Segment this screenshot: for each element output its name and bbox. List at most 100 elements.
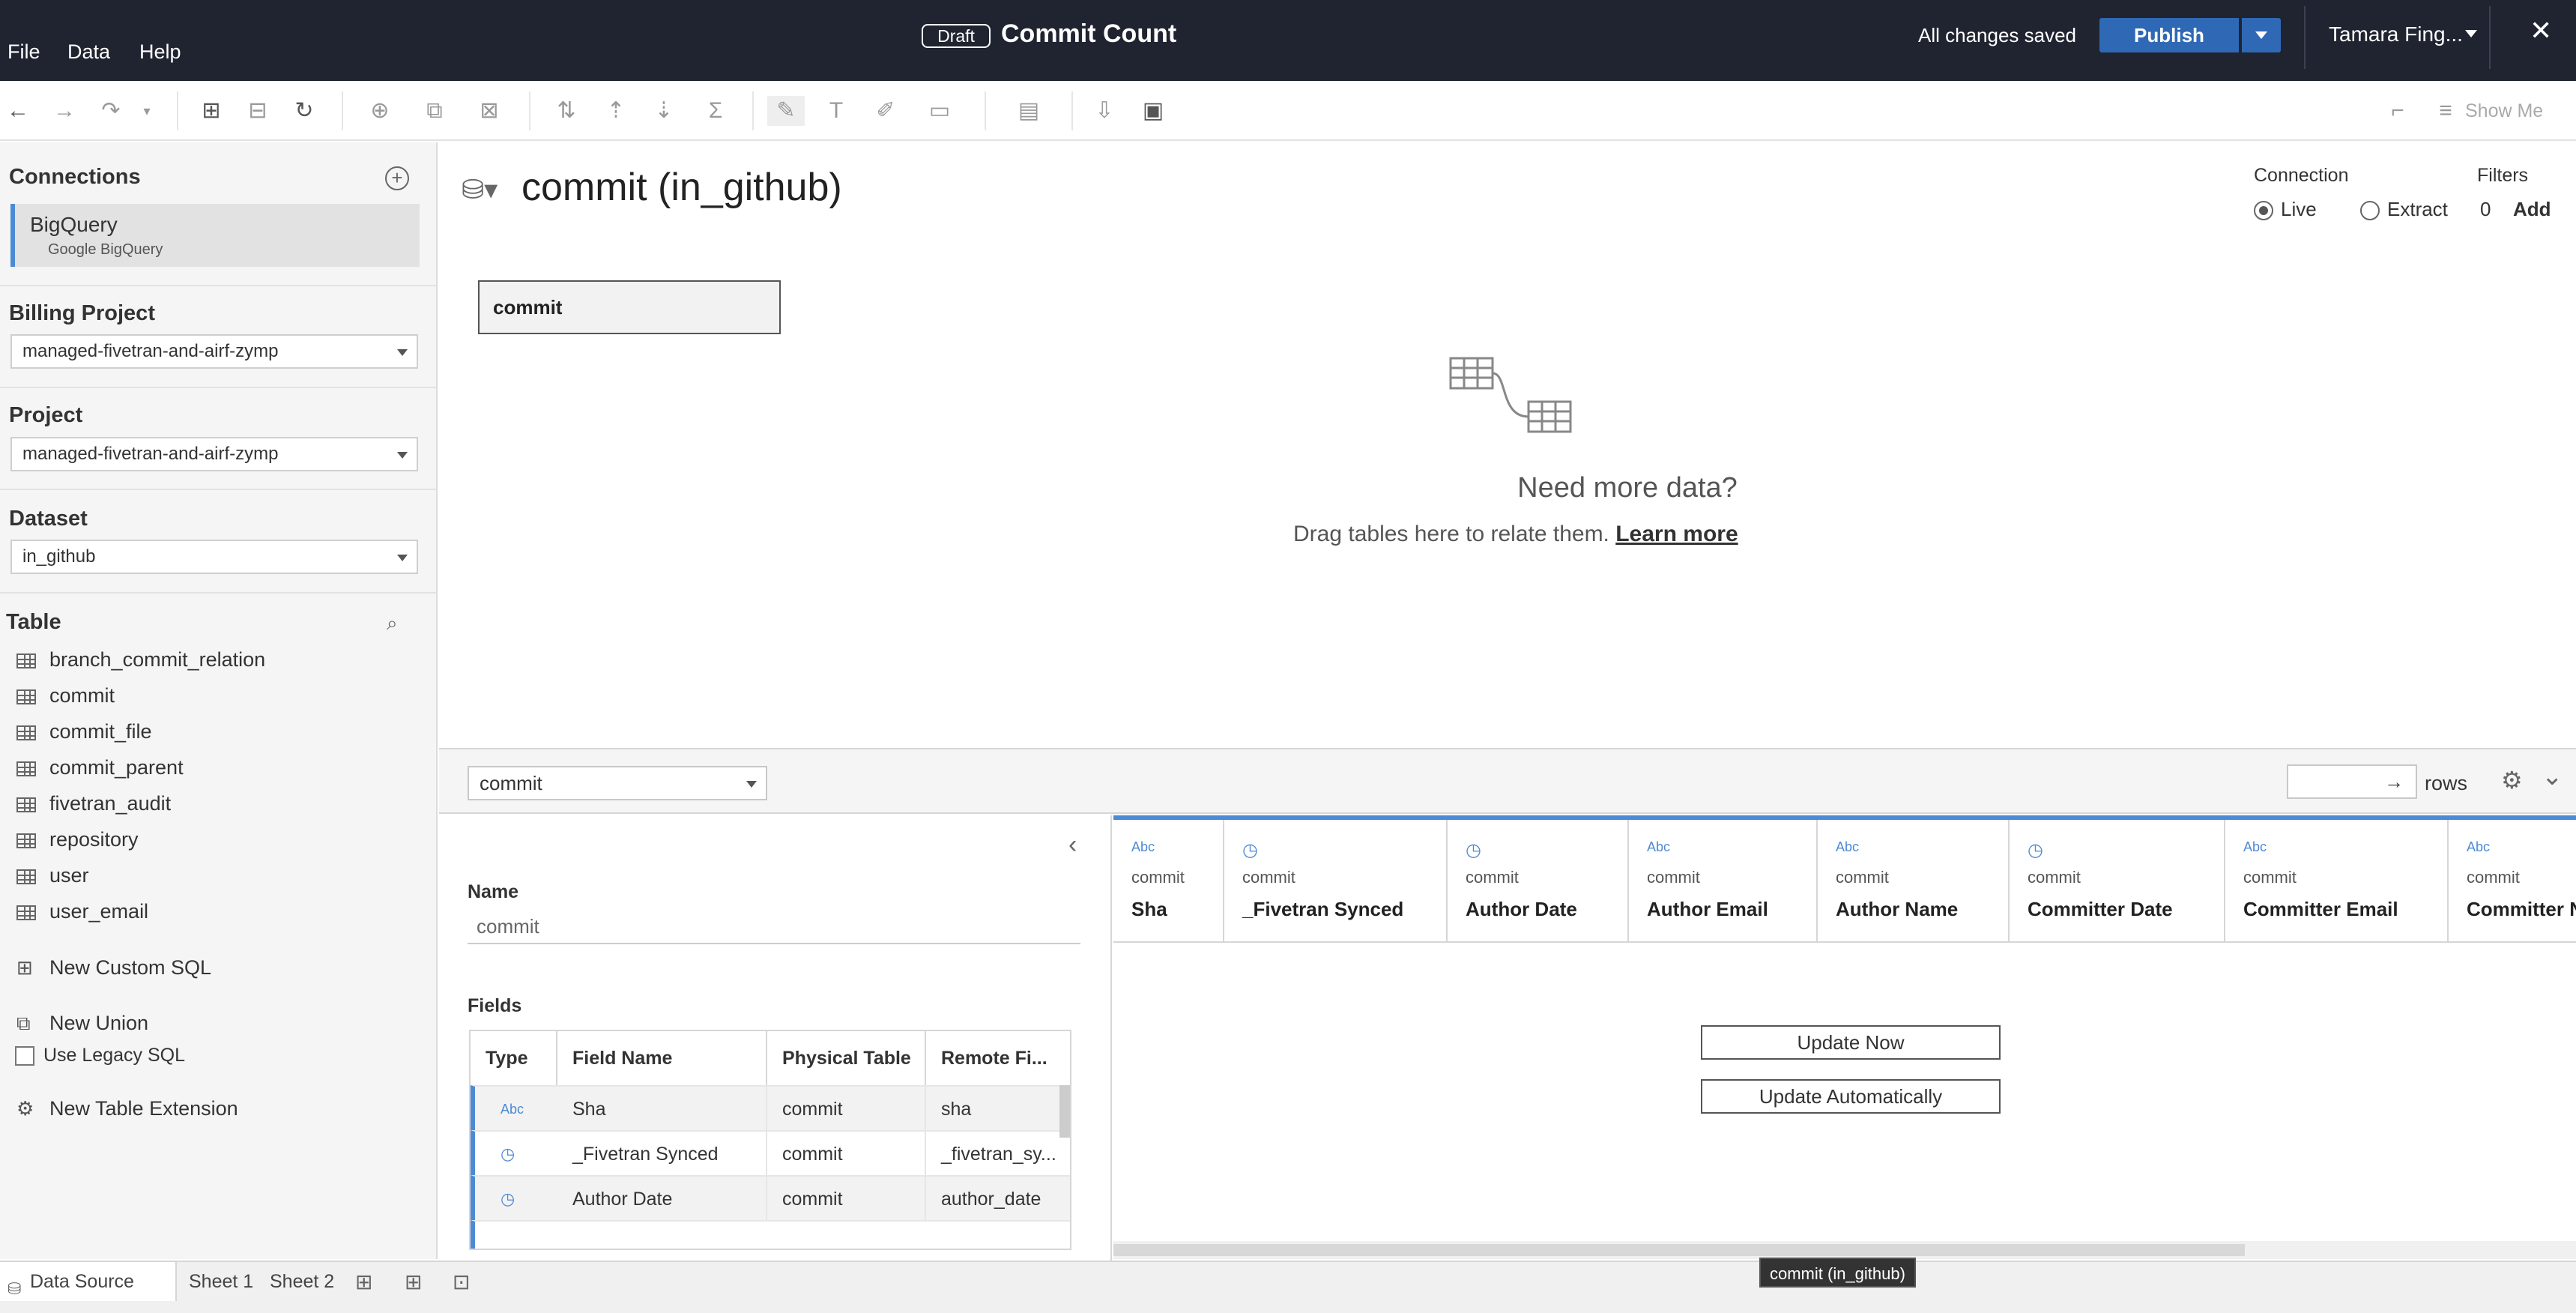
show-me-button[interactable]: Show Me [2465,100,2543,122]
table-row[interactable] [471,1220,1070,1249]
column-header-remote-field[interactable]: Remote Fi... [926,1031,1070,1085]
grid-column-header[interactable]: Abc commit Committer N [2449,820,2576,943]
datetime-type-icon[interactable]: ◷ [501,1177,515,1222]
table-row[interactable]: ◷ Author Date commit author_date [471,1175,1070,1222]
search-icon[interactable]: ⌕ [387,612,398,636]
clear-icon[interactable]: ⊠ [469,96,510,126]
datetime-type-icon[interactable]: ◷ [1242,839,1258,861]
publish-button[interactable]: Publish [2099,18,2239,52]
new-dashboard-icon[interactable]: ⊞ [405,1270,422,1294]
data-source-title[interactable]: commit (in_github) [521,165,842,210]
new-table-extension-button[interactable]: ⚙ New Table Extension [16,1097,238,1120]
delete-data-source-icon[interactable]: ⊟ [243,96,273,126]
labels-icon[interactable]: T [821,96,851,126]
refresh-icon[interactable]: ↻ [289,96,319,126]
publish-dropdown-button[interactable] [2242,18,2281,52]
table-item[interactable]: commit_parent [16,752,184,782]
chevron-down-icon[interactable] [2465,30,2477,37]
fit-icon[interactable]: ▭ [917,96,962,126]
table-name-input[interactable]: commit [468,908,1080,944]
project-select[interactable]: managed-fivetran-and-airf-zymp [10,437,418,471]
arrow-right-icon[interactable]: → [2384,770,2404,793]
new-data-source-icon[interactable]: ⊞ [196,96,226,126]
table-select[interactable]: commit [468,766,767,800]
string-type-icon[interactable]: Abc [2467,839,2490,855]
grid-column-header[interactable]: ◷ commit Committer Date [2010,820,2225,943]
use-legacy-sql-checkbox[interactable]: Use Legacy SQL [15,1045,185,1066]
string-type-icon[interactable]: Abc [1647,839,1670,855]
grid-column-header[interactable]: Abc commit Committer Email [2225,820,2449,943]
table-item[interactable]: branch_commit_relation [16,645,265,674]
highlight-icon[interactable]: ✎ [767,96,805,126]
new-worksheet-icon[interactable]: ⊞ [355,1270,372,1294]
string-type-icon[interactable]: Abc [1131,839,1155,855]
undo-icon[interactable]: ← [3,96,33,126]
scrollbar[interactable] [1059,1085,1070,1138]
update-automatically-button[interactable]: Update Automatically [1701,1079,2001,1114]
add-filter-link[interactable]: Add [2513,198,2551,221]
totals-icon[interactable]: Σ [697,96,734,126]
sort-descending-icon[interactable]: ⇣ [649,96,679,126]
radio-unselected[interactable] [2360,201,2380,221]
presentation-icon[interactable]: ▤ [1003,96,1055,126]
database-icon[interactable]: ⛁▾ [462,174,498,205]
new-story-icon[interactable]: ⊡ [453,1270,470,1294]
string-type-icon[interactable]: Abc [1836,839,1859,855]
new-custom-sql-button[interactable]: ⊞ New Custom SQL [16,956,211,980]
datetime-type-icon[interactable]: ◷ [1466,839,1481,861]
download-icon[interactable]: ⇩ [1089,96,1119,126]
string-type-icon[interactable]: Abc [2243,839,2267,855]
table-item[interactable]: commit_file [16,716,152,746]
workbook-title[interactable]: Commit Count [1001,19,1176,49]
close-icon[interactable]: ✕ [2530,15,2552,46]
grid-column-header[interactable]: ◷ commit _Fivetran Synced [1224,820,1448,943]
tab-sheet2[interactable]: Sheet 2 [259,1262,345,1301]
redo-icon[interactable]: → [49,96,79,126]
billing-project-select[interactable]: managed-fivetran-and-airf-zymp [10,334,418,369]
present-mode-icon[interactable]: ▣ [1134,96,1172,126]
connection-item[interactable]: BigQuery Google BigQuery [10,204,420,267]
sort-ascending-icon[interactable]: ⇡ [601,96,631,126]
menu-file[interactable]: File [7,40,40,64]
table-item[interactable]: fivetran_audit [16,788,171,818]
datetime-type-icon[interactable]: ◷ [501,1132,515,1177]
learn-more-link[interactable]: Learn more [1615,522,1738,546]
column-header-type[interactable]: Type [471,1031,557,1085]
rows-input[interactable]: → [2287,764,2417,799]
paint-icon[interactable]: ⌐ [2383,96,2413,126]
radio-selected[interactable] [2254,201,2273,221]
table-item[interactable]: user_email [16,896,148,926]
grid-column-header[interactable]: Abc commit Author Name [1818,820,2010,943]
grid-column-header[interactable]: Abc commit Author Email [1629,820,1818,943]
table-row[interactable]: ◷ _Fivetran Synced commit _fivetran_sy..… [471,1130,1070,1177]
checkbox[interactable] [15,1046,34,1066]
datetime-type-icon[interactable]: ◷ [2028,839,2043,861]
chevron-down-icon[interactable]: ⌄ [2542,761,2563,791]
table-item[interactable]: commit [16,680,115,710]
user-menu[interactable]: Tamara Fing... [2329,22,2463,46]
add-connection-icon[interactable]: + [385,166,409,190]
replay-icon[interactable]: ↷ [96,96,126,126]
replay-dropdown-icon[interactable]: ▾ [138,96,156,126]
duplicate-icon[interactable]: ⧉ [420,96,450,126]
logical-table-box[interactable]: commit [478,280,781,334]
dataset-select[interactable]: in_github [10,540,418,574]
new-worksheet-icon[interactable]: ⊕ [361,96,399,126]
grid-column-header[interactable]: Abc commit Sha [1113,820,1224,943]
column-header-physical-table[interactable]: Physical Table [767,1031,926,1085]
string-type-icon[interactable]: Abc [501,1087,524,1132]
column-header-field-name[interactable]: Field Name [557,1031,767,1085]
swap-icon[interactable]: ⇅ [551,96,581,126]
update-now-button[interactable]: Update Now [1701,1025,2001,1060]
table-item[interactable]: user [16,860,89,890]
tab-data-source[interactable]: ⛁ Data Source [0,1262,177,1301]
menu-data[interactable]: Data [67,40,110,64]
collapse-icon[interactable]: ‹ [1068,830,1077,860]
table-item[interactable]: repository [16,824,139,854]
gear-icon[interactable]: ⚙ [2501,766,2523,794]
new-union-button[interactable]: ⧉ New Union [16,1012,148,1036]
menu-help[interactable]: Help [139,40,181,64]
table-row[interactable]: Abc Sha commit sha [471,1085,1070,1132]
annotate-icon[interactable]: ✐ [871,96,901,126]
extract-radio[interactable]: Extract [2360,198,2448,221]
